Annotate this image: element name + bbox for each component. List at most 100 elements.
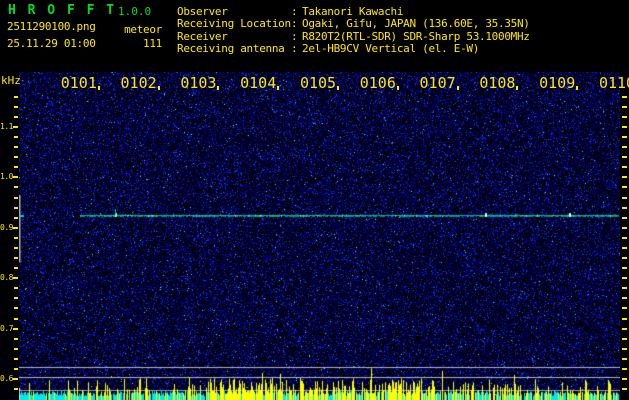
y-axis-major-tick (13, 277, 18, 280)
right-axis-tick (622, 297, 627, 300)
info-value: Ogaki, Gifu, JAPAN (136.60E, 35.35N) (302, 17, 530, 31)
x-axis-tick (157, 86, 160, 90)
x-axis-time-label: 0105 (299, 74, 337, 92)
right-axis-tick (622, 347, 627, 350)
y-axis-major-tick (13, 176, 18, 179)
x-axis-tick (337, 86, 339, 90)
right-axis-tick (622, 105, 627, 108)
x-axis-tick (516, 86, 519, 90)
right-axis-tick (622, 236, 627, 239)
info-row-location: Receiving Location : Ogaki, Gifu, JAPAN … (177, 17, 530, 31)
right-axis-tick (622, 216, 627, 219)
observation-mode: meteor (124, 23, 162, 36)
y-axis-minor-tick (14, 267, 18, 270)
output-filename: 2511290100.png (7, 20, 96, 33)
x-axis-time-label: 0110 (598, 74, 629, 92)
y-axis-minor-tick (14, 95, 18, 98)
y-axis-minor-tick (14, 236, 18, 239)
right-axis-tick (622, 267, 627, 270)
right-axis-tick (622, 136, 627, 139)
y-axis-minor-tick (14, 186, 18, 189)
app-version: 1.0.0 (118, 5, 152, 18)
observation-info: Observer : Takanori Kawachi Receiving Lo… (177, 5, 530, 56)
x-axis-time-label: 0104 (240, 74, 277, 92)
y-axis-minor-tick (14, 115, 18, 118)
hrofft-window: H R O F F T 1.0.0 2511290100.png meteor … (0, 0, 629, 400)
y-axis-minor-tick (14, 216, 18, 219)
x-axis-time-label: 0106 (359, 74, 396, 92)
x-axis-tick (396, 86, 399, 90)
y-axis-major-tick (13, 378, 18, 380)
info-value: 2el-HB9CV Vertical (el. E-W) (302, 42, 480, 56)
right-axis-tick (622, 95, 627, 98)
x-axis-time-label: 0102 (120, 74, 157, 92)
echo-count: 111 (143, 37, 162, 50)
right-axis-tick (622, 176, 627, 179)
y-axis-minor-tick (14, 307, 18, 310)
x-axis-time-label: 0103 (180, 74, 217, 92)
right-axis-tick (622, 166, 627, 169)
info-label: Receiving antenna (177, 42, 285, 56)
y-axis-minor-tick (14, 136, 18, 139)
y-axis-minor-tick (14, 367, 18, 370)
y-axis-tick-label: 0.8 (0, 273, 13, 283)
y-axis-minor-tick (14, 297, 18, 300)
y-axis-unit-label: kHz (1, 74, 21, 87)
y-axis-minor-tick (14, 206, 18, 209)
right-axis-tick (622, 357, 627, 360)
y-axis-minor-tick (14, 337, 18, 340)
right-axis-tick (622, 388, 627, 391)
y-axis-minor-tick (14, 287, 18, 290)
right-axis-tick (622, 196, 627, 199)
y-axis-major-tick (13, 226, 18, 229)
y-axis-minor-tick (14, 166, 18, 169)
right-axis-tick (622, 206, 627, 209)
right-axis-tick (622, 287, 627, 290)
info-label: Receiving Location (177, 17, 291, 31)
y-axis-minor-tick (14, 357, 18, 360)
y-axis-minor-tick (14, 347, 18, 350)
right-axis-tick (622, 246, 627, 249)
right-axis-tick (622, 367, 627, 370)
right-axis-tick (622, 378, 627, 380)
right-axis-tick (622, 115, 627, 118)
right-axis-tick (622, 257, 627, 260)
right-axis-tick (622, 146, 627, 149)
x-axis-time-label: 0107 (419, 74, 456, 92)
x-axis-time-label: 0101 (60, 74, 97, 92)
right-axis-tick (622, 126, 627, 128)
right-axis-tick (622, 226, 627, 229)
x-axis-tick (277, 86, 280, 90)
y-axis-minor-tick (14, 156, 18, 159)
x-axis-time-label: 0109 (539, 74, 576, 92)
spectrogram-canvas (19, 72, 620, 400)
y-axis-major-tick (13, 126, 18, 128)
x-axis-tick (456, 86, 459, 90)
x-axis-time-label: 0108 (479, 74, 516, 92)
right-axis-tick (622, 156, 627, 159)
x-axis-tick (576, 86, 579, 90)
right-axis-tick (622, 186, 627, 189)
right-axis-tick (622, 337, 627, 340)
y-axis-major-tick (13, 327, 18, 330)
app-title: H R O F F T (8, 3, 117, 18)
right-axis-tick (622, 307, 627, 310)
right-axis-tick (622, 277, 627, 280)
observation-datetime: 25.11.29 01:00 (7, 37, 96, 50)
x-axis-tick (217, 86, 220, 90)
y-axis-minor-tick (14, 246, 18, 249)
y-axis-tick-label: 1.0 (0, 172, 13, 182)
y-axis-minor-tick (14, 317, 18, 320)
x-axis-tick (97, 86, 100, 90)
y-axis-minor-tick (14, 388, 18, 391)
y-axis-minor-tick (14, 257, 18, 260)
y-axis-tick-label: 0.9 (0, 222, 13, 232)
y-axis-minor-tick (14, 105, 18, 108)
info-colon: : (291, 42, 298, 56)
y-axis-minor-tick (14, 146, 18, 149)
y-axis-tick-label: 0.7 (0, 323, 13, 333)
info-row-antenna: Receiving antenna : 2el-HB9CV Vertical (… (177, 42, 530, 56)
y-axis-minor-tick (14, 196, 18, 199)
right-axis-tick (622, 327, 627, 330)
right-axis-tick (622, 317, 627, 320)
